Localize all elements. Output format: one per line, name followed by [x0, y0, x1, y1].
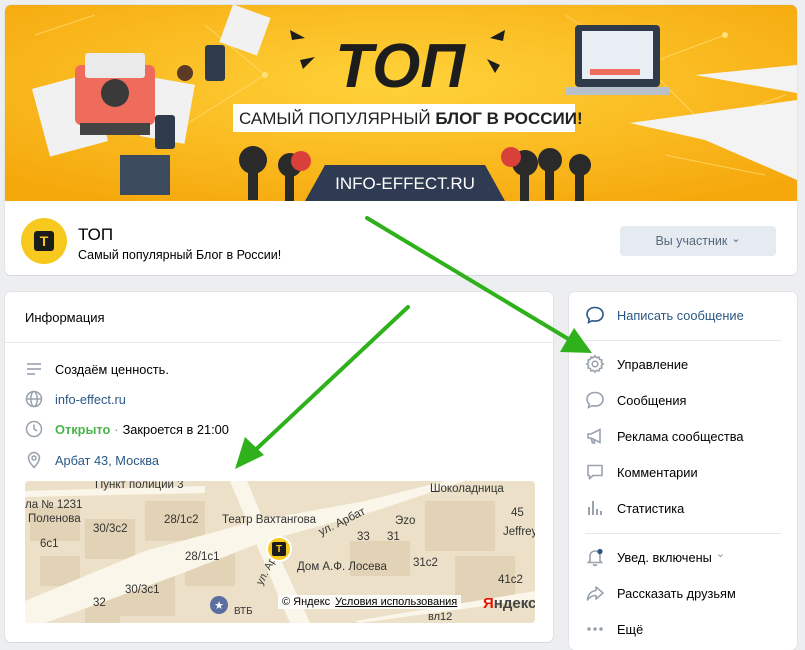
group-avatar[interactable]: T [21, 218, 67, 264]
info-description: Создаём ценность. [55, 361, 169, 377]
svg-text:САМЫЙ ПОПУЛЯРНЫЙ БЛОГ В РОССИИ: САМЫЙ ПОПУЛЯРНЫЙ БЛОГ В РОССИИ! [239, 109, 583, 128]
group-status: Самый популярный Блог в России! [78, 248, 282, 262]
write-message-label: Написать сообщение [617, 307, 744, 323]
location-pin-icon [27, 451, 41, 469]
map-label: ла № 1231 [25, 499, 83, 511]
map-label: 30/3с2 [93, 523, 128, 535]
yandex-logo: Яндекс [483, 595, 535, 612]
divider [585, 533, 781, 534]
write-message-button[interactable]: Написать сообщение [585, 305, 744, 325]
address-link[interactable]: Арбат 43, Москва [55, 453, 159, 468]
map-label: Поленова [28, 513, 81, 525]
chevron-down-icon: ⌄ [731, 232, 741, 245]
bell-icon [586, 548, 604, 567]
info-hours-row: Открыто · Закроется в 21:00 [25, 420, 229, 438]
star-icon: ★ [210, 596, 228, 614]
messages-button[interactable]: Сообщения [585, 390, 686, 410]
comments-button[interactable]: Комментарии [585, 462, 698, 482]
info-address-row: Арбат 43, Москва [25, 451, 159, 469]
chevron-down-icon: ⌄ [715, 547, 726, 560]
map-label: вл12 [428, 611, 453, 623]
gear-icon [585, 354, 605, 374]
actions-menu: Написать сообщение Управление Сообщения … [569, 292, 797, 650]
more-button[interactable]: Ещё [585, 619, 643, 639]
ads-button[interactable]: Реклама сообщества [585, 426, 744, 446]
more-dots-icon [587, 627, 603, 631]
map-label: 28/1с1 [185, 551, 220, 563]
map-label: Пункт полиции 3 [95, 481, 184, 491]
hours-status: Открыто [55, 421, 111, 437]
share-arrow-icon [586, 586, 604, 601]
map-label: 45 [511, 507, 524, 519]
hours-detail: Закроется в 21:00 [122, 421, 229, 437]
messages-label: Сообщения [617, 392, 687, 408]
chat-bubble-icon [586, 391, 604, 409]
map-label: 33 [357, 531, 370, 543]
comment-icon [587, 464, 603, 480]
cover-tagline-bold: БЛОГ В РОССИИ! [435, 109, 582, 128]
message-bubble-icon [586, 306, 604, 324]
text-lines-icon [27, 363, 41, 375]
map-label: 28/1с2 [164, 514, 199, 526]
map-label: Шоколадница [430, 483, 504, 495]
cover-image: ТОП САМЫЙ ПОПУЛЯРНЫЙ БЛОГ В РОССИИ! INFO… [5, 5, 797, 201]
info-title: Информация [25, 310, 105, 325]
group-name: ТОП [78, 225, 114, 244]
cover-tagline-plain: САМЫЙ ПОПУЛЯРНЫЙ [239, 109, 435, 128]
bar-chart-icon [588, 501, 602, 515]
info-block: Информация Создаём ценность. info-effect… [5, 292, 553, 642]
share-button[interactable]: Рассказать друзьям [585, 583, 736, 603]
yandex-logo-text: ндекс [493, 595, 535, 612]
map-label: Jeffrey [503, 526, 535, 538]
divider [5, 342, 553, 343]
map-copyright: © Яндекс [282, 596, 331, 608]
member-button[interactable]: Вы участник ⌄ [620, 226, 776, 256]
clock-icon [25, 420, 43, 438]
member-button-label: Вы участник [655, 234, 728, 248]
map-label: 30/3с1 [125, 584, 160, 596]
manage-label: Управление [617, 356, 689, 372]
cover-site: INFO-EFFECT.RU [335, 174, 475, 193]
avatar-logo: T [34, 231, 54, 251]
map-label: 41с2 [498, 574, 523, 586]
map-label: 32 [93, 597, 106, 609]
globe-icon [25, 390, 43, 408]
divider [585, 340, 781, 341]
stats-button[interactable]: Статистика [585, 498, 684, 518]
map-pin-logo: T [272, 542, 286, 556]
manage-button[interactable]: Управление [585, 354, 688, 374]
ads-label: Реклама сообщества [617, 428, 744, 444]
map-pin[interactable]: T [266, 536, 292, 562]
stats-label: Статистика [617, 500, 685, 516]
more-label: Ещё [617, 621, 644, 637]
map-terms-link[interactable]: Условия использования [335, 596, 457, 608]
map-label: ВТБ [234, 606, 253, 617]
cover-headline: ТОП [335, 32, 466, 101]
map-label: 6с1 [40, 538, 59, 550]
info-description-row: Создаём ценность. [25, 360, 169, 378]
map-label: 31 [387, 531, 400, 543]
share-label: Рассказать друзьям [617, 585, 736, 601]
map-label: Театр Вахтангова [222, 514, 317, 526]
map-attribution: © Яндекс Условия использования [278, 595, 462, 609]
notifications-toggle[interactable]: Увед. включены ⌄ [585, 547, 725, 567]
map[interactable]: Пункт полиции 3 ла № 1231 Поленова 6с1 3… [25, 481, 535, 623]
comments-label: Комментарии [617, 464, 698, 480]
map-label: Эzo [395, 515, 416, 527]
website-link[interactable]: info-effect.ru [55, 392, 126, 407]
map-label: Дом А.Ф. Лосева [297, 561, 387, 573]
hours-separator: · [114, 421, 119, 437]
megaphone-icon [587, 428, 601, 444]
notifications-label: Увед. включены [617, 549, 712, 565]
group-header: ТОП САМЫЙ ПОПУЛЯРНЫЙ БЛОГ В РОССИИ! INFO… [5, 5, 797, 275]
map-label: 31с2 [413, 557, 438, 569]
info-website-row: info-effect.ru [25, 390, 126, 408]
